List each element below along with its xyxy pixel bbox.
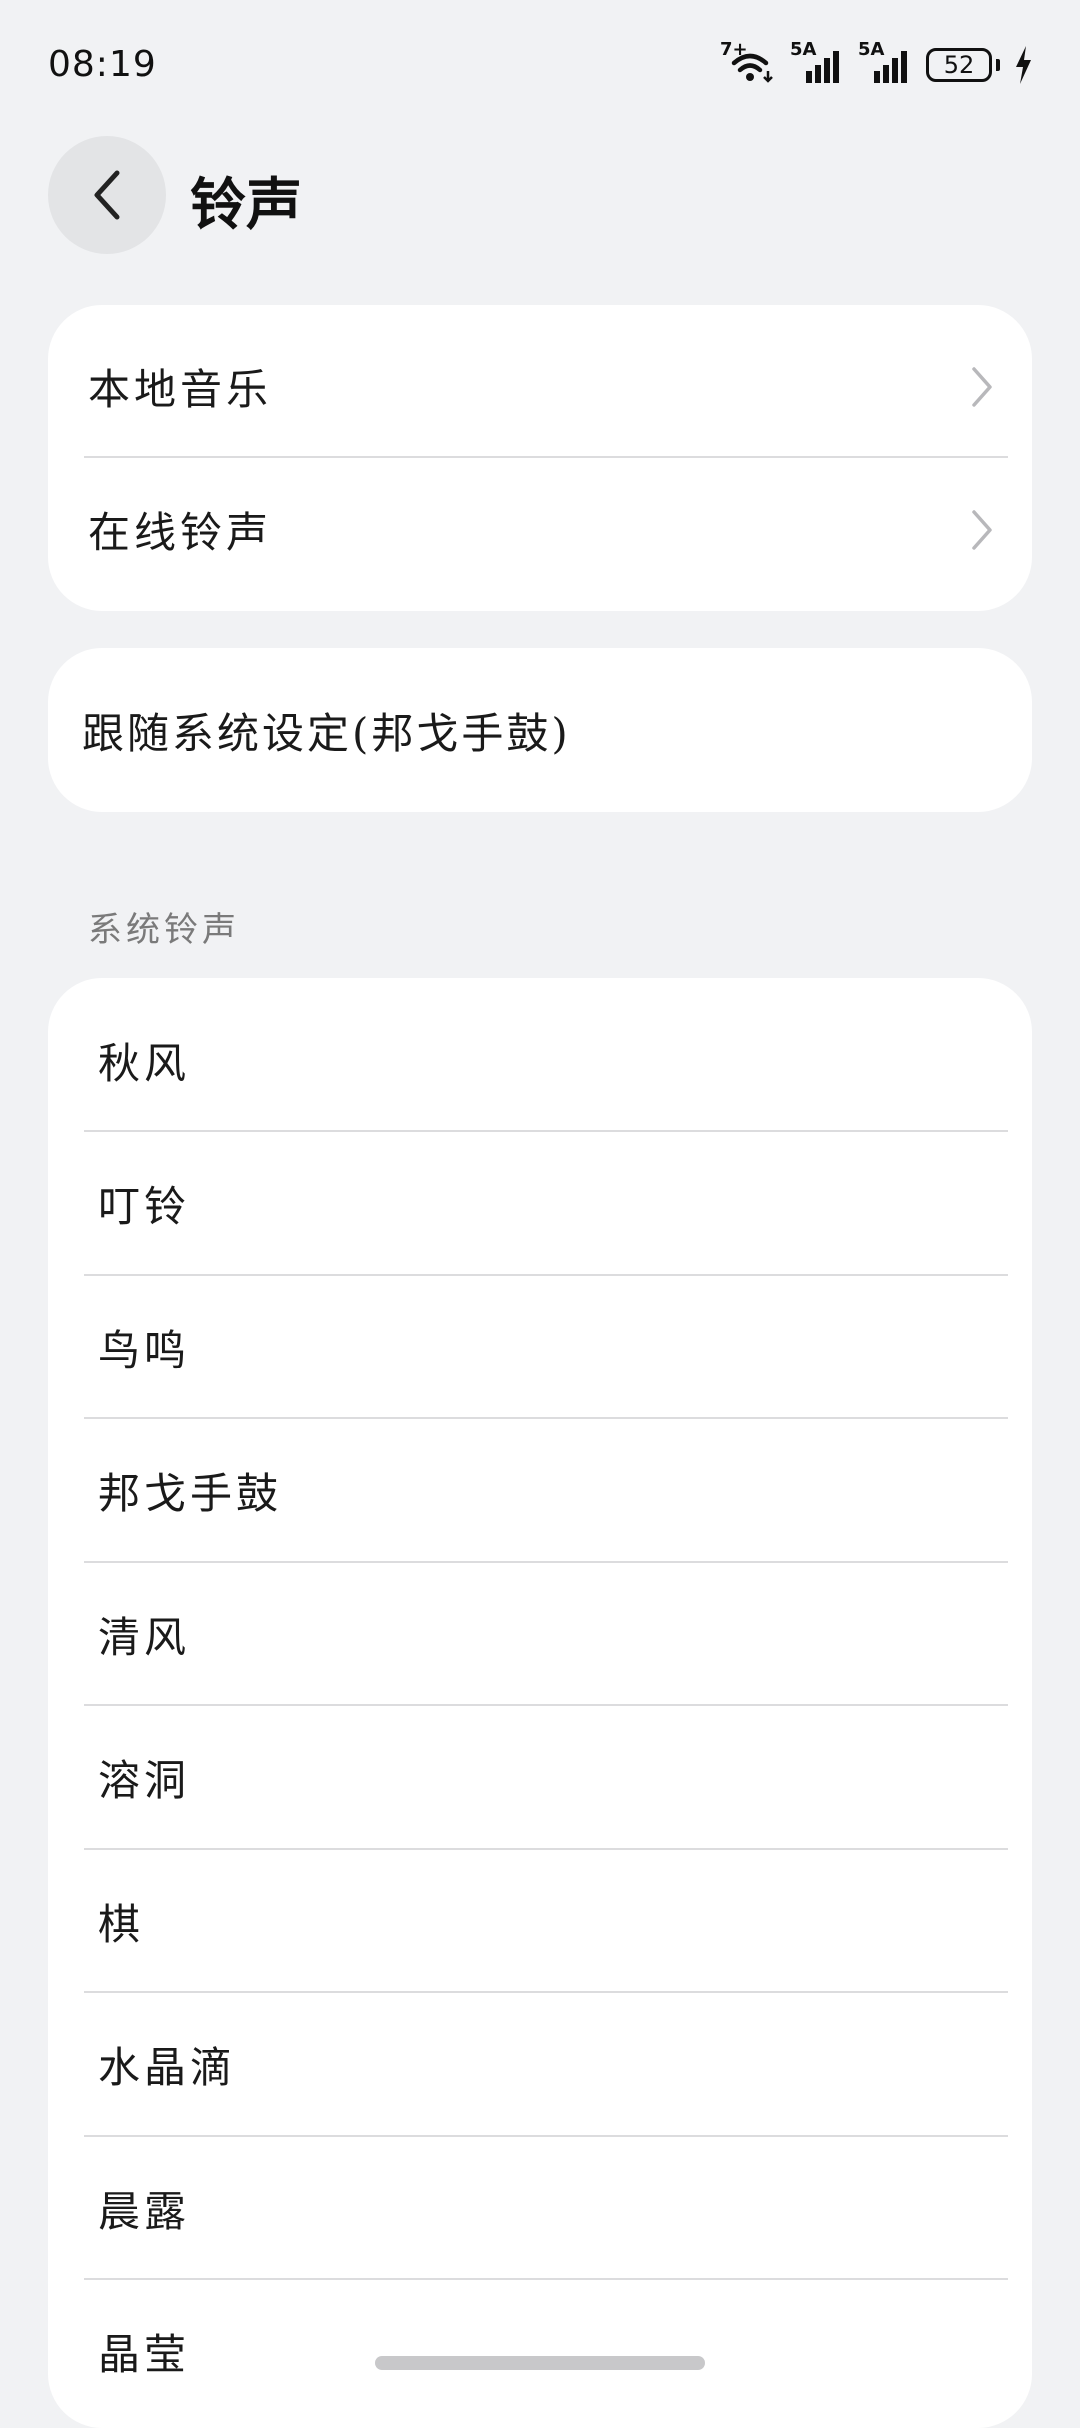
ringtone-item[interactable]: 清风 [48, 1563, 1032, 1706]
follow-system-item[interactable]: 跟随系统设定(邦戈手鼓) [48, 648, 1032, 812]
signal-label-2: 5A [858, 39, 885, 60]
follow-system-label: 跟随系统设定(邦戈手鼓) [82, 708, 571, 758]
ringtone-label: 邦戈手鼓 [98, 1469, 283, 1519]
ringtone-item[interactable]: 鸟鸣 [48, 1276, 1032, 1419]
home-indicator[interactable] [375, 2356, 705, 2370]
ringtone-item[interactable]: 溶洞 [48, 1706, 1032, 1850]
battery-tip [996, 59, 1000, 71]
status-bar: 08:19 7+ 5A 5A 52 [0, 0, 1080, 130]
signal-label-1: 5A [790, 39, 817, 60]
ringtone-item[interactable]: 水晶滴 [48, 1993, 1032, 2137]
ringtone-label: 清风 [98, 1612, 191, 1662]
battery-icon: 52 [926, 48, 992, 82]
chevron-left-icon [94, 170, 120, 220]
chevron-right-icon [972, 366, 992, 407]
ringtone-label: 晶莹 [98, 2330, 191, 2380]
ringtone-item[interactable]: 秋风 [48, 978, 1032, 1132]
status-icons: 7+ 5A 5A 52 [720, 39, 1032, 88]
cell-signal-icon: 5A [858, 39, 912, 85]
header: 铃声 [0, 136, 1080, 256]
battery-level: 52 [943, 51, 975, 79]
ringtone-item[interactable]: 晨露 [48, 2137, 1032, 2280]
ringtone-label: 鸟鸣 [98, 1325, 191, 1375]
ringtone-label: 叮铃 [98, 1182, 191, 1232]
wifi-icon: 7+ [720, 39, 776, 85]
ringtone-label: 晨露 [98, 2186, 191, 2236]
ringtone-label: 棋 [98, 1899, 145, 1949]
page-title: 铃声 [190, 172, 302, 238]
cell-signal-icon: 5A [790, 39, 844, 85]
online-ringtone-item[interactable]: 在线铃声 [48, 458, 1032, 601]
charging-bolt-icon [1016, 46, 1031, 84]
ringtone-item[interactable]: 邦戈手鼓 [48, 1419, 1032, 1563]
wifi-label: 7+ [720, 39, 748, 60]
ringtone-label: 水晶滴 [98, 2043, 237, 2093]
online-ringtone-label: 在线铃声 [88, 508, 273, 557]
ringtone-item[interactable]: 棋 [48, 1850, 1032, 1993]
ringtone-sources-card: 本地音乐 在线铃声 [48, 305, 1032, 611]
section-title: 系统铃声 [88, 910, 240, 950]
back-button[interactable] [48, 136, 166, 254]
ringtone-item[interactable]: 叮铃 [48, 1132, 1032, 1276]
status-time: 08:19 [48, 44, 157, 85]
system-ringtone-list: 秋风 叮铃 鸟鸣 邦戈手鼓 清风 溶洞 棋 水晶滴 晨露 晶莹 [48, 978, 1032, 2428]
ringtone-label: 溶洞 [98, 1756, 191, 1806]
local-music-item[interactable]: 本地音乐 [48, 315, 1032, 458]
local-music-label: 本地音乐 [88, 365, 273, 414]
ringtone-item[interactable]: 晶莹 [48, 2280, 1032, 2424]
ringtone-label: 秋风 [98, 1038, 191, 1088]
chevron-right-icon [972, 509, 992, 550]
